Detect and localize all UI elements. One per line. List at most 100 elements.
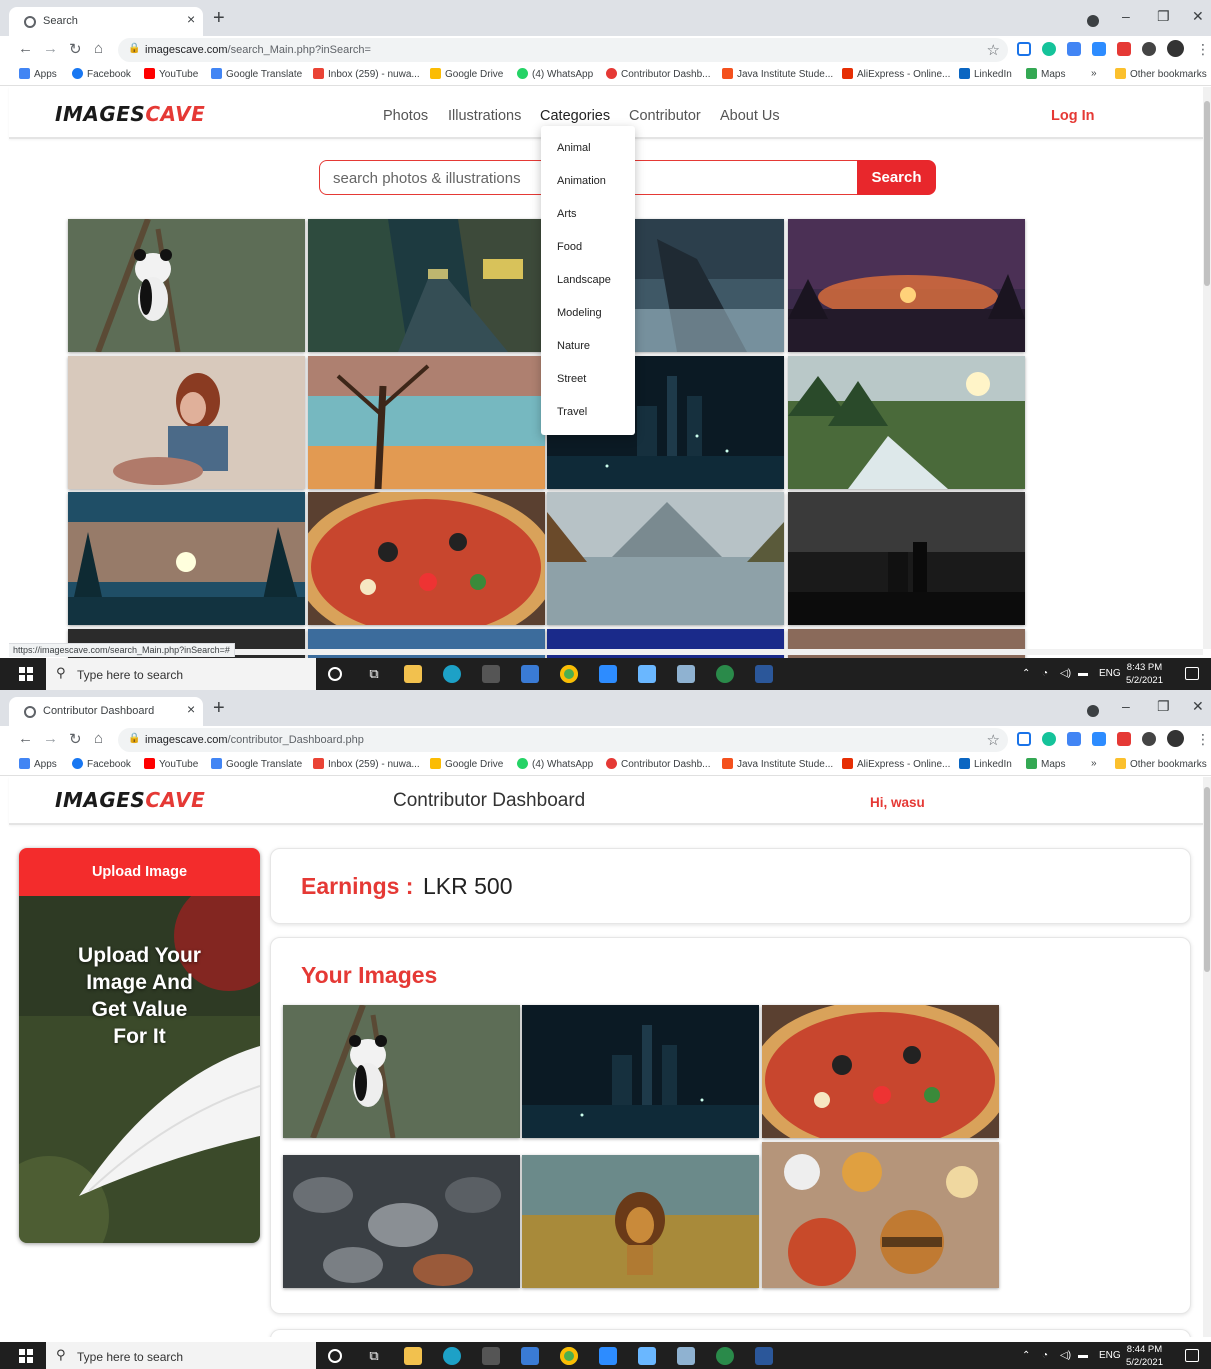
bookmark-facebook[interactable]: Facebook <box>72 758 131 770</box>
cortana-icon[interactable] <box>328 1349 342 1363</box>
image-waterfall[interactable] <box>788 356 1025 489</box>
category-travel[interactable]: Travel <box>557 406 587 418</box>
windows-icon[interactable] <box>19 667 33 681</box>
chrome-icon[interactable] <box>560 665 578 683</box>
nav-about-us[interactable]: About Us <box>720 108 780 124</box>
cortana-icon[interactable] <box>328 667 342 681</box>
my-image-pebbles[interactable] <box>283 1155 520 1288</box>
scrollbar-thumb[interactable] <box>1204 101 1210 286</box>
back-icon[interactable]: ← <box>18 40 33 57</box>
network-icon[interactable]: ◔ <box>1042 668 1048 679</box>
taskbar-search[interactable]: ⚲ Type here to search <box>46 658 316 690</box>
bookmark-youtube[interactable]: YouTube <box>144 758 198 770</box>
bookmark-maps[interactable]: Maps <box>1026 68 1065 80</box>
image-pizza[interactable] <box>308 492 545 625</box>
star-icon[interactable]: ☆ <box>987 41 1000 59</box>
battery-icon[interactable]: ▬ <box>1078 668 1088 679</box>
star-icon[interactable]: ☆ <box>987 731 1000 749</box>
zoom-icon[interactable] <box>599 1347 617 1365</box>
image-sunset-lake[interactable] <box>788 219 1025 352</box>
zoom-icon[interactable] <box>1092 732 1106 746</box>
my-image-fast-food[interactable] <box>762 1142 999 1288</box>
bookmarks-overflow[interactable]: » <box>1091 758 1097 769</box>
reload-icon[interactable]: ↻ <box>69 730 82 748</box>
word-icon[interactable] <box>755 1347 773 1365</box>
pdf-icon[interactable] <box>1117 42 1131 56</box>
image-forest-sunset[interactable] <box>68 492 305 625</box>
scrollbar-thumb[interactable] <box>1204 787 1210 972</box>
bookmark-other[interactable]: Other bookmarks <box>1115 758 1207 770</box>
hotspot-icon[interactable] <box>716 1347 734 1365</box>
close-tab-icon[interactable]: × <box>187 11 195 27</box>
category-landscape[interactable]: Landscape <box>557 274 611 286</box>
forward-icon[interactable]: → <box>43 40 58 57</box>
nav-contributor[interactable]: Contributor <box>629 108 701 124</box>
language-indicator[interactable]: ENG <box>1099 668 1121 679</box>
bookmarks-overflow[interactable]: » <box>1091 68 1097 79</box>
store-icon[interactable] <box>482 1347 500 1365</box>
grammarly-icon[interactable] <box>1042 732 1056 746</box>
restore-icon[interactable]: ❐ <box>1157 8 1170 25</box>
image-dark-city[interactable] <box>788 492 1025 625</box>
task-view-icon[interactable]: ⧉ <box>365 1347 383 1365</box>
bookmark-facebook[interactable]: Facebook <box>72 68 131 80</box>
bookmark-contributor-dashboard[interactable]: Contributor Dashb... <box>606 68 711 80</box>
bookmark-apps[interactable]: Apps <box>19 68 57 80</box>
category-food[interactable]: Food <box>557 241 582 253</box>
user-greeting[interactable]: Hi, wasu <box>870 795 925 810</box>
tray-chevron-icon[interactable]: ⌃ <box>1022 1350 1030 1361</box>
home-icon[interactable]: ⌂ <box>94 730 103 747</box>
bookmark-maps[interactable]: Maps <box>1026 758 1065 770</box>
bookmark-inbox[interactable]: Inbox (259) - nuwa... <box>313 68 420 80</box>
category-animation[interactable]: Animation <box>557 175 606 187</box>
network-icon[interactable]: ◔ <box>1042 1350 1048 1361</box>
mail-icon[interactable] <box>521 1347 539 1365</box>
upload-image-button[interactable]: Upload Image <box>19 848 260 896</box>
bookmark-whatsapp[interactable]: (4) WhatsApp <box>517 758 593 770</box>
file-explorer-icon[interactable] <box>404 1347 422 1365</box>
notification-icon[interactable] <box>1185 1349 1199 1362</box>
menu-icon[interactable]: ⋮ <box>1196 731 1210 748</box>
site-logo[interactable]: IMAGESCAVE <box>55 102 205 126</box>
close-window-icon[interactable]: ✕ <box>1192 698 1204 715</box>
bookmark-java-institute[interactable]: Java Institute Stude... <box>722 758 833 770</box>
extensions-icon[interactable] <box>1142 732 1156 746</box>
nav-illustrations[interactable]: Illustrations <box>448 108 521 124</box>
bookmark-aliexpress[interactable]: AliExpress - Online... <box>842 758 950 770</box>
windows-icon[interactable] <box>19 1349 33 1363</box>
image-street[interactable] <box>308 219 545 352</box>
minimize-icon[interactable]: – <box>1122 698 1130 714</box>
vertical-scrollbar[interactable] <box>1203 87 1211 649</box>
store-icon[interactable] <box>482 665 500 683</box>
notes-icon[interactable] <box>677 665 695 683</box>
login-link[interactable]: Log In <box>1051 108 1095 124</box>
search-button[interactable]: Search <box>857 160 936 195</box>
forward-icon[interactable]: → <box>43 730 58 747</box>
tray-chevron-icon[interactable]: ⌃ <box>1022 668 1030 679</box>
image-woman[interactable] <box>68 356 305 489</box>
site-logo[interactable]: IMAGESCAVE <box>55 788 205 812</box>
translate-icon[interactable] <box>1067 42 1081 56</box>
image-mountain-lake[interactable] <box>547 492 784 625</box>
omnibox[interactable]: 🔒 imagescave.com/search_Main.php?inSearc… <box>118 38 1008 62</box>
category-animal[interactable]: Animal <box>557 142 591 154</box>
restore-icon[interactable]: ❐ <box>1157 698 1170 715</box>
back-icon[interactable]: ← <box>18 730 33 747</box>
virtualbox-icon[interactable] <box>638 1347 656 1365</box>
category-street[interactable]: Street <box>557 373 586 385</box>
translate-icon[interactable] <box>1067 732 1081 746</box>
bookmark-youtube[interactable]: YouTube <box>144 68 198 80</box>
record-icon[interactable] <box>1087 15 1099 27</box>
bookmark-google-translate[interactable]: Google Translate <box>211 758 302 770</box>
bookmark-whatsapp[interactable]: (4) WhatsApp <box>517 68 593 80</box>
virtualbox-icon[interactable] <box>638 665 656 683</box>
extension-icon[interactable] <box>1017 42 1031 56</box>
menu-icon[interactable]: ⋮ <box>1196 41 1210 58</box>
reload-icon[interactable]: ↻ <box>69 40 82 58</box>
bookmark-google-translate[interactable]: Google Translate <box>211 68 302 80</box>
category-modeling[interactable]: Modeling <box>557 307 602 319</box>
zoom-icon[interactable] <box>1092 42 1106 56</box>
my-image-pizza[interactable] <box>762 1005 999 1138</box>
close-tab-icon[interactable]: × <box>187 701 195 717</box>
edge-icon[interactable] <box>443 1347 461 1365</box>
